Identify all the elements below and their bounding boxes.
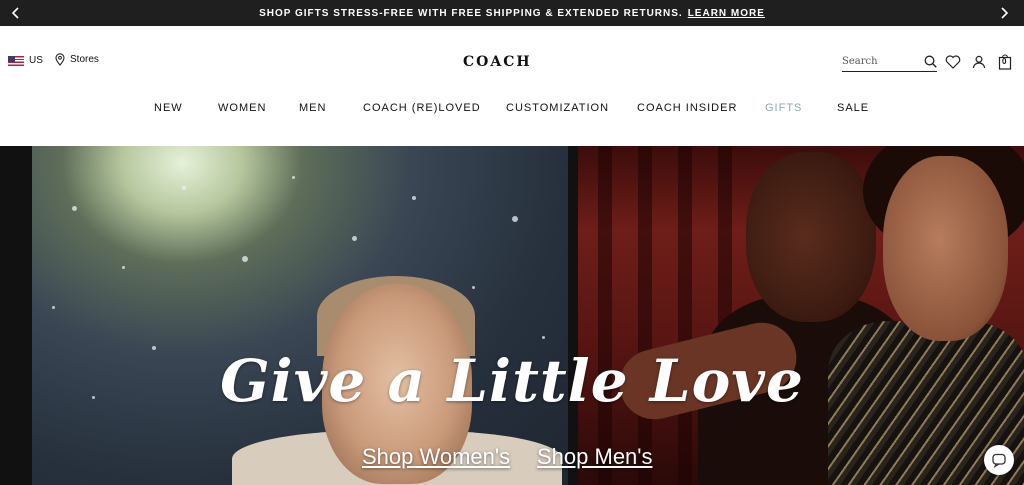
shop-mens-link[interactable]: Shop Men's — [537, 444, 653, 470]
chat-button[interactable] — [984, 445, 1014, 475]
search-icon[interactable] — [924, 55, 937, 68]
account-user-icon[interactable] — [970, 53, 988, 71]
search-input[interactable] — [842, 56, 912, 67]
chevron-right-icon[interactable] — [996, 5, 1012, 21]
main-nav: NEW WOMEN MEN COACH (RE)LOVED CUSTOMIZAT… — [0, 102, 1024, 116]
shopping-bag-icon[interactable]: 0 — [996, 53, 1014, 71]
stores-link[interactable]: Stores — [55, 53, 99, 66]
promo-text: SHOP GIFTS STRESS-FREE WITH FREE SHIPPIN… — [259, 7, 683, 19]
nav-item-new[interactable]: NEW — [154, 102, 183, 114]
nav-item-gifts[interactable]: GIFTS — [765, 102, 802, 114]
chevron-left-icon[interactable] — [8, 5, 24, 21]
nav-item-sale[interactable]: SALE — [837, 102, 869, 114]
hero-photo-right — [578, 146, 1024, 485]
hero-banner[interactable]: Give a Little Love Shop Women's Shop Men… — [0, 146, 1024, 485]
wishlist-heart-icon[interactable] — [944, 53, 962, 71]
bag-count: 0 — [1002, 57, 1007, 66]
search-box — [842, 52, 937, 72]
chat-bubble-icon — [992, 453, 1006, 468]
nav-item-women[interactable]: WOMEN — [218, 102, 266, 114]
nav-item-coach-insider[interactable]: COACH INSIDER — [637, 102, 737, 114]
country-label: US — [29, 55, 43, 66]
nav-item-coach-reloved[interactable]: COACH (RE)LOVED — [363, 102, 481, 114]
hero-headline: Give a Little Love — [220, 347, 804, 415]
promo-bar: SHOP GIFTS STRESS-FREE WITH FREE SHIPPIN… — [0, 0, 1024, 26]
location-pin-icon — [55, 53, 65, 66]
nav-item-men[interactable]: MEN — [299, 102, 326, 114]
shop-womens-link[interactable]: Shop Women's — [362, 444, 510, 470]
country-selector[interactable]: US — [8, 55, 43, 66]
learn-more-link[interactable]: LEARN MORE — [688, 8, 765, 19]
nav-item-customization[interactable]: CUSTOMIZATION — [506, 102, 609, 114]
stores-label: Stores — [70, 54, 99, 65]
hero-photo-left — [32, 146, 568, 485]
site-header: US Stores COACH 0 NEW WOMEN MEN COACH (R… — [0, 26, 1024, 146]
us-flag-icon — [8, 55, 24, 66]
coach-logo[interactable]: COACH — [463, 54, 532, 70]
